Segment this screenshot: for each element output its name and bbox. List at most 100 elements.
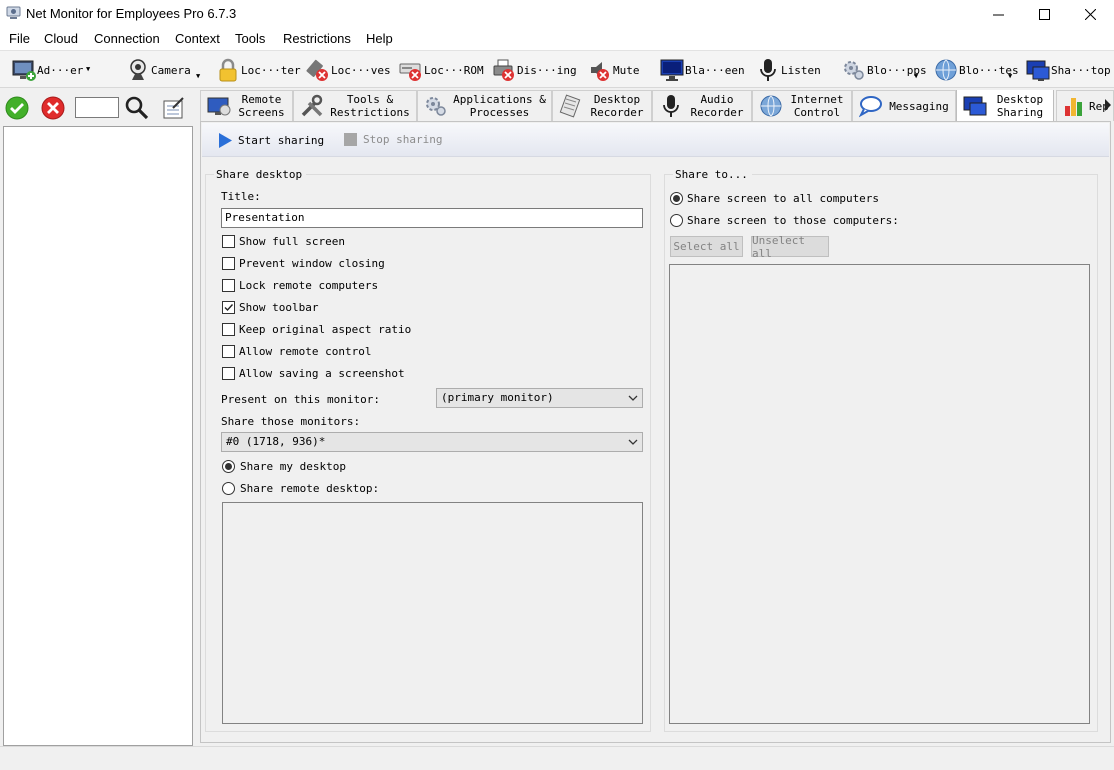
stop-sharing-button[interactable]: Stop sharing [343,132,442,147]
tab-label: Audio Recorder [690,93,744,119]
add-dropdown-icon[interactable]: ▼ [86,65,90,73]
option-checkbox[interactable] [222,235,235,248]
block-apps-button[interactable]: Blo···pps [842,55,927,85]
share-to-group: Share to... Share screen to all computer… [664,168,1098,732]
option-checkbox[interactable] [222,323,235,336]
filter-input[interactable] [75,97,119,118]
black-screen-button[interactable]: Bla···een [660,55,745,85]
computer-list[interactable] [3,126,193,746]
start-sharing-button[interactable]: Start sharing [218,132,324,149]
option-label: Allow remote control [239,345,372,358]
title-input[interactable]: Presentation [221,208,643,228]
edit-list-icon[interactable] [162,96,186,120]
black-screen-label: Bla···een [685,63,745,77]
menu-context[interactable]: Context [175,31,220,46]
close-button[interactable] [1067,0,1113,28]
lock-computer-button[interactable]: Loc···ter [216,55,301,85]
bar-chart-icon [1065,98,1082,116]
share-to-all-radio[interactable] [670,192,683,205]
select-all-button[interactable]: Select all [670,236,743,257]
maximize-button[interactable] [1021,0,1067,28]
monitor-label: Present on this monitor: [221,393,380,406]
share-desktop-label: Sha···top [1051,63,1111,77]
menu-connection[interactable]: Connection [94,31,160,46]
share-desktop-button[interactable]: Sha···top [1026,55,1111,85]
tab-remote-screens[interactable]: Remote Screens [200,90,293,121]
tab-audio-recorder[interactable]: Audio Recorder [652,90,752,121]
share-desktop-icon [963,96,987,115]
minimize-button[interactable] [975,0,1021,28]
sharing-action-bar: Start sharing Stop sharing [202,123,1109,157]
printer-disabled-icon [493,59,514,81]
menu-restrictions[interactable]: Restrictions [283,31,351,46]
menu-file[interactable]: File [9,31,30,46]
mute-button[interactable]: Mute [588,55,640,85]
unselect-all-button[interactable]: Unselect all [751,234,829,260]
menu-bar: File Cloud Connection Context Tools Rest… [0,28,1114,50]
share-to-those-radio[interactable] [670,214,683,227]
share-remote-desktop-label: Share remote desktop: [240,482,380,495]
camera-label: Camera [151,63,191,77]
tab-internet-control[interactable]: Internet Control [752,90,852,121]
lock-icon [219,58,237,82]
tab-desktop-recorder[interactable]: Desktop Recorder [552,90,652,121]
camera-button[interactable]: Camera [126,55,191,85]
block-apps-dropdown-icon[interactable]: ▼ [914,72,918,80]
disable-printing-button[interactable]: Dis···ing [492,55,577,85]
radio-dot [225,463,232,470]
tab-messaging[interactable]: Messaging [852,90,956,121]
chevron-down-icon [628,439,638,445]
camera-dropdown-icon[interactable]: ▼ [196,72,200,80]
option-checkbox[interactable] [222,257,235,270]
uncheck-all-icon[interactable] [41,96,65,120]
lock-drives-label: Loc···ves [331,63,391,77]
title-label: Title: [221,190,261,203]
lock-cdrom-button[interactable]: Loc···ROM [399,55,484,85]
share-remote-desktop-radio[interactable] [222,482,235,495]
share-to-computer-list[interactable] [669,264,1090,724]
listen-label: Listen [781,63,821,77]
option-checkbox[interactable] [222,367,235,380]
microphone-icon [663,95,679,117]
desktop-sharing-panel: Start sharing Stop sharing Share desktop… [200,121,1111,743]
tab-tools-restrictions[interactable]: Tools & Restrictions [293,90,417,121]
menu-help[interactable]: Help [366,31,393,46]
block-sites-button[interactable]: Blo···tes [934,55,1019,85]
listen-button[interactable]: Listen [756,55,821,85]
chat-bubble-icon [859,96,882,118]
minimize-icon [992,14,1004,15]
title-bar: Net Monitor for Employees Pro 6.7.3 [0,0,1114,28]
remote-desktop-list[interactable] [222,502,643,724]
add-computer-button[interactable]: Ad···er [12,55,83,85]
option-checkbox[interactable] [222,301,235,314]
present-monitor-select[interactable]: (primary monitor) [436,388,643,408]
tab-applications-processes[interactable]: Applications & Processes [417,90,552,121]
menu-cloud[interactable]: Cloud [44,31,78,46]
gears-icon [426,97,446,116]
lock-drives-button[interactable]: Loc···ves [306,55,391,85]
tab-scroll-right-icon[interactable] [1103,96,1113,114]
option-label: Keep original aspect ratio [239,323,412,336]
tab-label: Remote Screens [238,93,285,119]
tab-desktop-sharing[interactable]: Desktop Sharing [956,90,1054,121]
option-label: Lock remote computers [239,279,379,292]
block-sites-dropdown-icon[interactable]: ▼ [1008,72,1012,80]
share-to-group-title: Share to... [673,168,752,181]
tab-label: Applications & Processes [453,93,546,119]
gears-block-icon [844,61,864,80]
option-checkbox[interactable] [222,279,235,292]
stop-sharing-label: Stop sharing [363,133,443,146]
option-label: Show full screen [239,235,345,248]
disable-printing-label: Dis···ing [517,63,577,77]
share-monitors-select[interactable]: #0 (1718, 936)* [221,432,643,452]
search-icon[interactable] [125,96,149,120]
tab-label: Tools & Restrictions [330,93,410,119]
share-my-desktop-radio[interactable] [222,460,235,473]
menu-tools[interactable]: Tools [235,31,265,46]
option-checkbox[interactable] [222,345,235,358]
start-sharing-label: Start sharing [238,134,325,147]
mute-label: Mute [613,63,640,77]
globe-block-icon [935,59,957,81]
option-label: Show toolbar [239,301,319,314]
check-all-icon[interactable] [5,96,29,120]
